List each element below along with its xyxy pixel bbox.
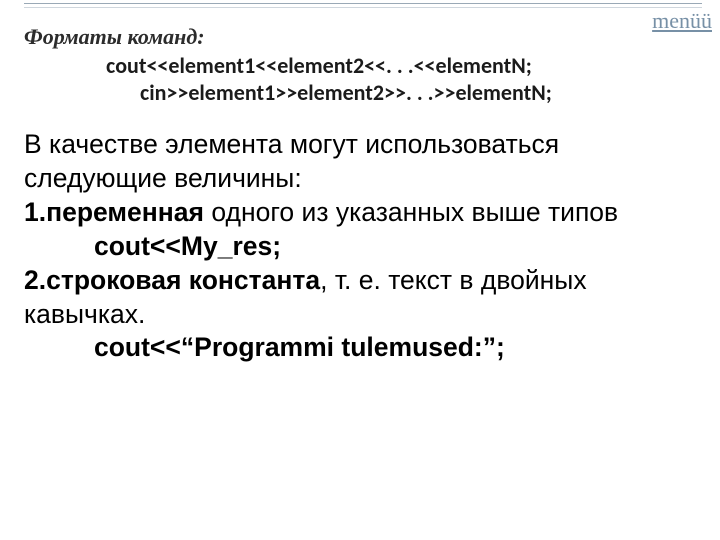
item-1-code: cout<<My_res;	[94, 230, 696, 264]
body-text: В качестве элемента могут использоваться…	[24, 128, 696, 365]
item-2: 2.строковая константа, т. е. текст в дво…	[24, 264, 696, 298]
cout-format-line: cоut<<element1<<element2<<. . .<<element…	[106, 52, 696, 79]
item-1-tail: одного из указанных выше типов	[204, 197, 618, 227]
cin-format-line: cin>>element1>>element2>>. . .>>elementN…	[140, 79, 696, 106]
item-2-code: cout<<“Programmi tulemused:”;	[94, 331, 696, 365]
item-2-mid: , т. е. текст в двойных	[320, 265, 587, 295]
item-1: 1.переменная одного из указанных выше ти…	[24, 196, 696, 230]
item-2-number: 2.	[24, 265, 46, 295]
item-1-number: 1.	[24, 197, 46, 227]
item-1-heading: переменная	[46, 197, 204, 227]
formats-caption: Форматы команд:	[24, 24, 696, 50]
intro-line-1: В качестве элемента могут использоваться	[24, 128, 696, 162]
item-2-end: кавычках.	[24, 298, 696, 332]
intro-line-2: следующие величины:	[24, 162, 696, 196]
slide-root: menüü Форматы команд: cоut<<element1<<el…	[0, 0, 720, 540]
item-2-heading: строковая константа	[46, 265, 320, 295]
top-divider	[24, 3, 702, 8]
header-block: Форматы команд: cоut<<element1<<element2…	[24, 24, 696, 106]
